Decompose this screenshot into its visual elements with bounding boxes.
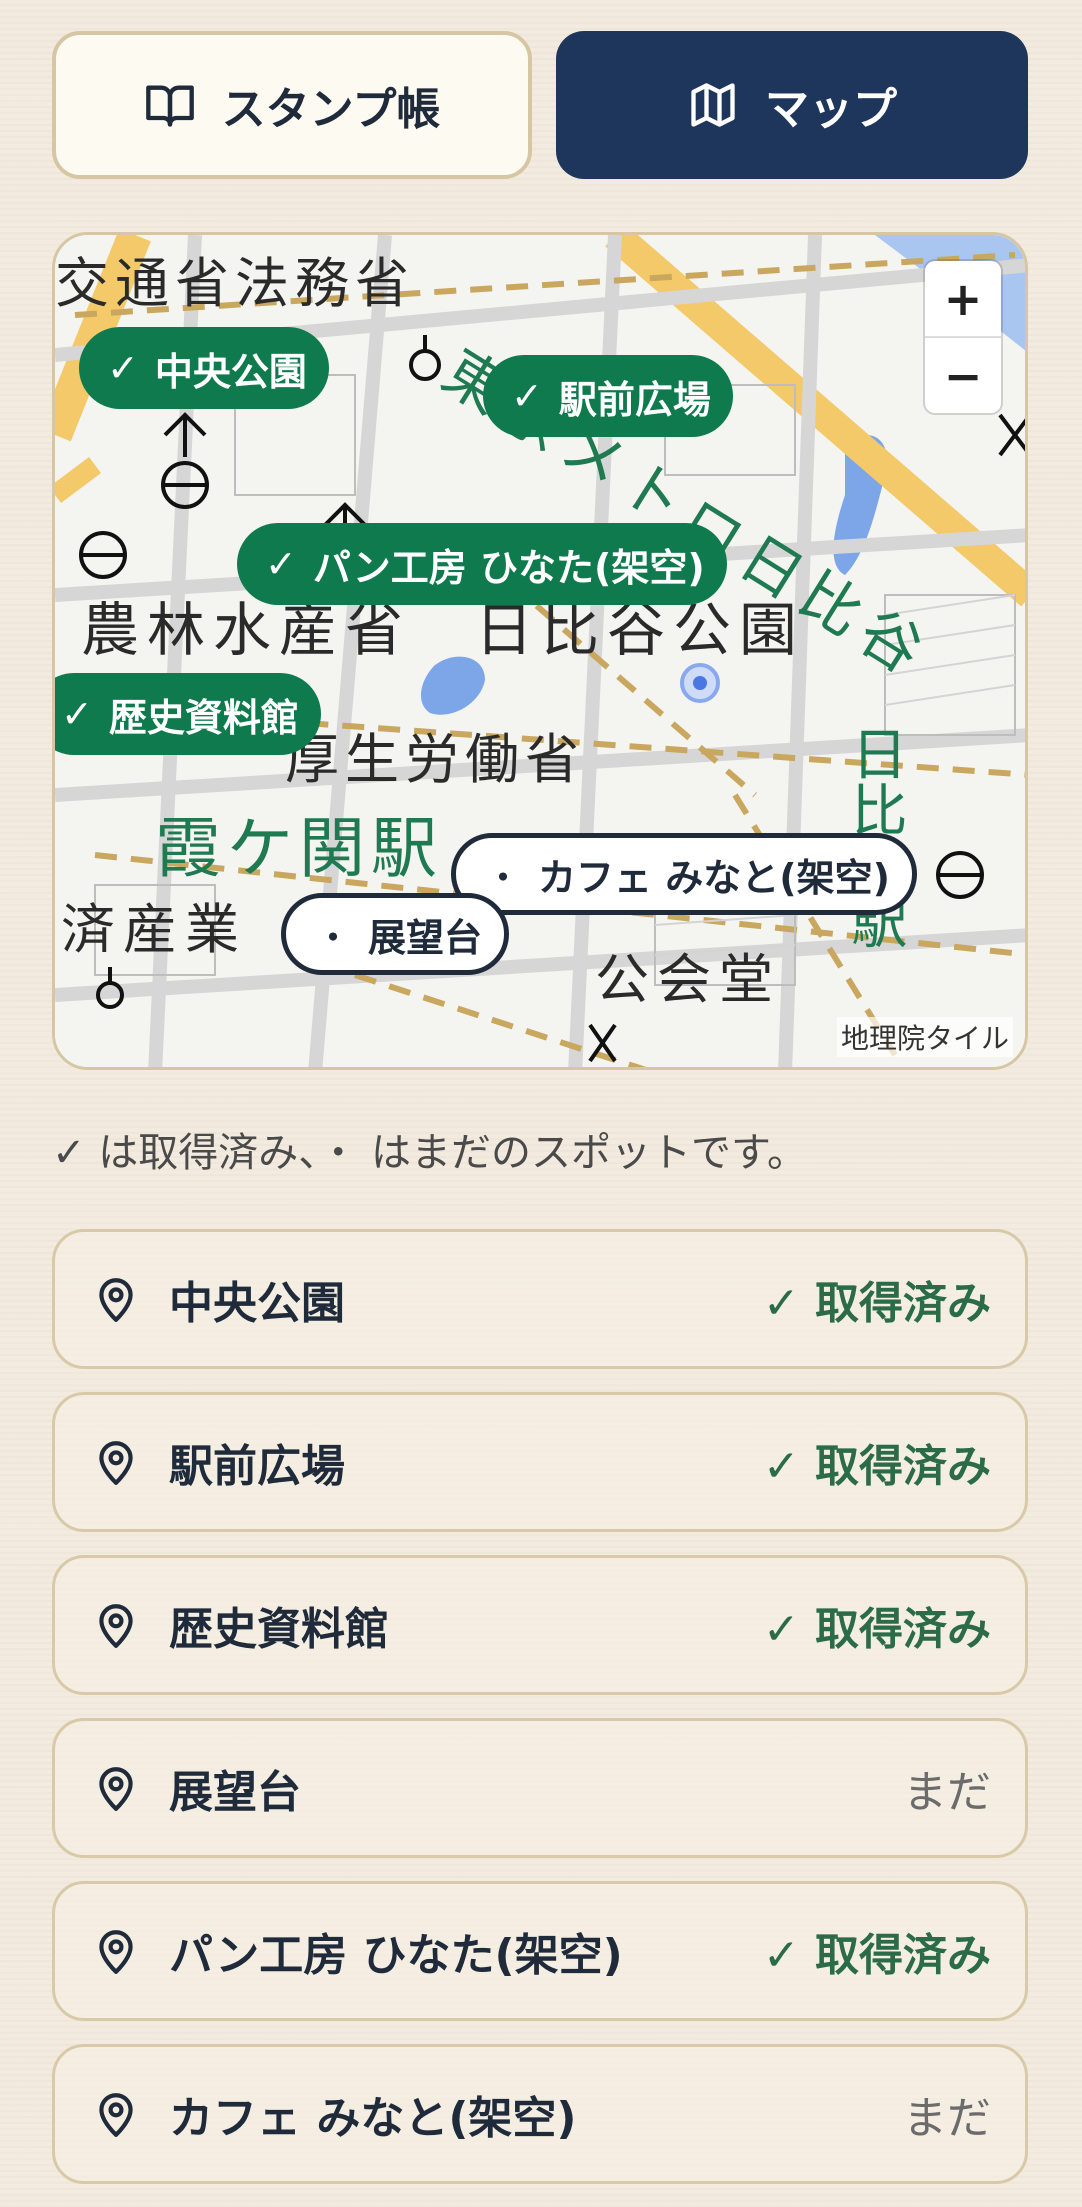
spot-status: ✓ 取得済み [762,1278,991,1329]
map-icon [691,83,735,127]
spot-status: ✓ 取得済み [762,1441,991,1492]
book-open-icon [145,85,194,127]
map-pin-label: 歴史資料館 [108,695,299,740]
map-label-economy: 済産業 [61,898,247,961]
map-pin-chuo-park[interactable]: ✓ 中央公園 [79,327,329,409]
dot-icon: ・ [484,855,523,900]
map-label-kasumigaseki-station: 霞ケ関駅 [155,810,443,887]
map-pin-label: カフェ みなと(架空) [538,855,890,900]
spot-row-history-museum[interactable]: 歴史資料館 ✓ 取得済み [52,1555,1028,1695]
map-pin-station-plaza[interactable]: ✓ 駅前広場 [483,355,733,437]
spot-name: 歴史資料館 [169,1604,389,1655]
map-pin-icon [99,1441,133,1485]
map-view[interactable]: 交通省法務省 農林水産省 日比谷公園 厚生労働省 霞ケ関駅 済産業 公会堂 日比… [52,232,1028,1070]
spot-row-chuo-park[interactable]: 中央公園 ✓ 取得済み [52,1229,1028,1369]
map-pin-icon [99,1930,133,1974]
map-pin-label: パン工房 ひなた(架空) [312,545,705,590]
check-icon: ✓ [107,346,139,390]
map-legend: ✓ は取得済み、・ はまだのスポットです。 [52,1130,807,1176]
map-pin-icon [99,1278,133,1322]
spot-name: カフェ みなと(架空) [169,2093,577,2144]
spot-status: ✓ 取得済み [762,1930,991,1981]
check-icon: ✓ [61,692,93,736]
check-icon: ✓ [511,374,543,418]
spot-name: 中央公園 [169,1278,345,1329]
map-pin-label: 駅前広場 [558,377,711,422]
spot-status: まだ [903,1767,991,1818]
map-pin-label: 中央公園 [154,349,307,394]
tab-map-label: マップ [765,84,897,135]
map-pin-label: 展望台 [368,915,483,960]
tab-map[interactable]: マップ [556,31,1028,179]
spot-status: まだ [903,2093,991,2144]
map-pin-bakery-hinata[interactable]: ✓ パン工房 ひなた(架空) [237,523,727,605]
map-pin-icon [99,1604,133,1648]
spot-row-observatory[interactable]: 展望台 まだ [52,1718,1028,1858]
view-tabs: スタンプ帳 マップ [52,31,1028,179]
spot-list: 中央公園 ✓ 取得済み 駅前広場 ✓ 取得済み 歴史資料館 ✓ 取得済み 展望台… [52,1229,1028,2207]
map-pin-history-museum[interactable]: ✓ 歴史資料館 [55,673,321,755]
spot-status: ✓ 取得済み [762,1604,991,1655]
map-pin-cafe-minato[interactable]: ・ カフェ みなと(架空) [451,833,917,915]
map-attribution[interactable]: 地理院タイル [836,1017,1013,1057]
spot-name: 展望台 [169,1767,301,1818]
map-pin-icon [99,2093,133,2137]
map-pin-observatory[interactable]: ・ 展望台 [281,893,510,975]
spot-row-cafe-minato[interactable]: カフェ みなと(架空) まだ [52,2044,1028,2184]
spot-name: パン工房 ひなた(架空) [169,1930,623,1981]
check-icon: ✓ [265,542,297,586]
map-label-ministries: 交通省法務省 [55,252,415,315]
map-pin-icon [99,1767,133,1811]
zoom-out-button[interactable]: − [925,338,1001,413]
dot-icon: ・ [314,915,353,960]
spot-row-station-plaza[interactable]: 駅前広場 ✓ 取得済み [52,1392,1028,1532]
tab-stamp-book-label: スタンプ帳 [221,84,441,135]
zoom-controls: + − [925,261,1001,413]
zoom-in-button[interactable]: + [925,261,1001,338]
spot-row-bakery-hinata[interactable]: パン工房 ひなた(架空) ✓ 取得済み [52,1881,1028,2021]
map-label-public-hall: 公会堂 [595,948,781,1011]
map-label-health-ministry: 厚生労働省 [285,728,585,791]
spot-name: 駅前広場 [169,1441,345,1492]
tab-stamp-book[interactable]: スタンプ帳 [52,31,532,179]
